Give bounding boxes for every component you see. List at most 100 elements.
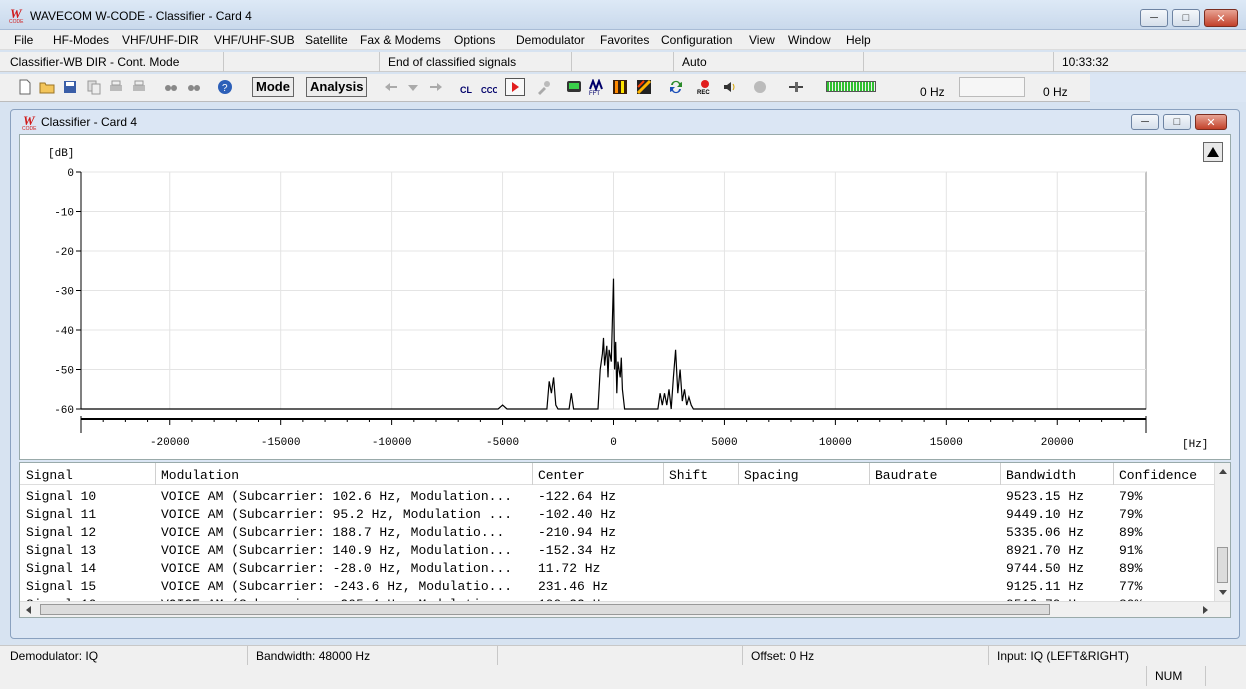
find-next-icon[interactable] — [186, 79, 202, 95]
table-cell-bandwidth: 9449.10 Hz — [1006, 507, 1085, 522]
col-shift[interactable]: Shift — [669, 468, 708, 483]
signal-table[interactable]: Signal Modulation Center Shift Spacing B… — [19, 462, 1231, 618]
svg-text:?: ? — [222, 83, 228, 94]
table-cell-center: -210.94 Hz — [538, 525, 617, 540]
find-icon[interactable] — [163, 79, 179, 95]
table-cell-signal: Signal 13 — [26, 543, 97, 558]
table-row[interactable]: Signal 15 VOICE AM (Subcarrier: -243.6 Hz… — [20, 579, 1216, 597]
col-center[interactable]: Center — [538, 468, 585, 483]
scroll-up-icon[interactable] — [1217, 466, 1229, 476]
table-vertical-scrollbar[interactable] — [1214, 463, 1230, 602]
table-cell-confidence: 91% — [1119, 543, 1143, 558]
table-cell-center: -152.34 Hz — [538, 543, 617, 558]
minimize-button[interactable]: ─ — [1140, 9, 1168, 27]
menu-window[interactable]: Window — [788, 33, 831, 47]
menu-file[interactable]: File — [14, 33, 33, 47]
status-input: Input: IQ (LEFT&RIGHT) — [997, 649, 1130, 663]
child-minimize-button[interactable]: ─ — [1131, 114, 1159, 130]
refresh-icon[interactable] — [668, 79, 684, 95]
sonagram-icon[interactable] — [636, 79, 652, 95]
table-cell-modulation: VOICE AM (Subcarrier: 95.2 Hz, Modulatio… — [161, 507, 513, 522]
status-cell-empty-2 — [572, 52, 674, 72]
copy-icon[interactable] — [86, 79, 102, 95]
cl-icon[interactable]: CL — [459, 79, 475, 95]
vertical-scroll-thumb[interactable] — [1217, 547, 1228, 583]
menu-help[interactable]: Help — [846, 33, 871, 47]
help-icon[interactable]: ? — [217, 79, 233, 95]
record-icon[interactable]: REC — [697, 79, 713, 95]
fft-icon[interactable]: FFT — [589, 79, 605, 95]
close-button[interactable]: ✕ — [1204, 9, 1238, 27]
ccc-icon[interactable]: CCC — [481, 79, 497, 95]
app-titlebar[interactable]: W CODE WAVECOM W-CODE - Classifier - Car… — [0, 0, 1246, 30]
print-icon[interactable] — [108, 79, 124, 95]
table-row[interactable]: Signal 11 VOICE AM (Subcarrier: 95.2 Hz, … — [20, 507, 1216, 525]
scroll-down-icon[interactable] — [1217, 588, 1229, 598]
stop-icon[interactable] — [752, 79, 768, 95]
child-close-button[interactable]: ✕ — [1195, 114, 1227, 130]
mode-button[interactable]: Mode — [252, 77, 294, 97]
menu-vhf-uhf-sub[interactable]: VHF/UHF-SUB — [214, 33, 295, 47]
y-axis-unit: [dB] — [48, 148, 74, 160]
menu-vhf-uhf-dir[interactable]: VHF/UHF-DIR — [122, 33, 199, 47]
menu-satellite[interactable]: Satellite — [305, 33, 348, 47]
tools-icon[interactable] — [536, 79, 552, 95]
classifier-window: W CODE Classifier - Card 4 ─ □ ✕ 0 -10 -20… — [10, 109, 1240, 639]
horizontal-scroll-thumb[interactable] — [40, 604, 1050, 615]
new-file-icon[interactable] — [17, 79, 33, 95]
menu-demodulator[interactable]: Demodulator — [516, 33, 585, 47]
menu-view[interactable]: View — [749, 33, 775, 47]
table-row[interactable]: Signal 13 VOICE AM (Subcarrier: 140.9 Hz,… — [20, 543, 1216, 561]
child-maximize-button[interactable]: □ — [1163, 114, 1191, 130]
col-signal[interactable]: Signal — [26, 468, 73, 483]
table-row[interactable]: Signal 12 VOICE AM (Subcarrier: 188.7 Hz,… — [20, 525, 1216, 543]
table-cell-bandwidth: 9125.11 Hz — [1006, 579, 1085, 594]
waterfall-icon[interactable] — [612, 79, 628, 95]
table-cell-signal: Signal 11 — [26, 507, 97, 522]
menu-favorites[interactable]: Favorites — [600, 33, 649, 47]
tuning-slider-icon[interactable] — [788, 79, 804, 95]
col-baudrate[interactable]: Baudrate — [875, 468, 937, 483]
analysis-button[interactable]: Analysis — [306, 77, 368, 97]
svg-text:CL: CL — [460, 85, 472, 95]
scroll-right-icon[interactable] — [1200, 605, 1210, 615]
table-cell-bandwidth: 9744.50 Hz — [1006, 561, 1085, 576]
svg-text:CODE: CODE — [22, 126, 37, 131]
scroll-left-icon[interactable] — [24, 605, 34, 615]
table-row[interactable]: Signal 10 VOICE AM (Subcarrier: 102.6 Hz,… — [20, 489, 1216, 507]
play-icon[interactable] — [505, 78, 525, 96]
maximize-button[interactable]: □ — [1172, 9, 1200, 27]
open-folder-icon[interactable] — [39, 79, 55, 95]
arrow-down-icon[interactable] — [405, 79, 421, 95]
frequency-slider[interactable] — [959, 77, 1025, 97]
menu-fax-modems[interactable]: Fax & Modems — [360, 33, 441, 47]
col-modulation[interactable]: Modulation — [161, 468, 239, 483]
menu-options[interactable]: Options — [454, 33, 495, 47]
arrow-left-icon[interactable] — [383, 79, 399, 95]
arrow-right-icon[interactable] — [428, 79, 444, 95]
table-row[interactable]: Signal 14 VOICE AM (Subcarrier: -28.0 Hz,… — [20, 561, 1216, 579]
status-cell-empty-3 — [864, 52, 1054, 72]
speaker-icon[interactable] — [722, 79, 738, 95]
table-cell-center: 11.72 Hz — [538, 561, 601, 576]
wavecom-logo-icon: W CODE — [22, 113, 37, 131]
status-demodulator: Demodulator: IQ — [0, 646, 248, 666]
svg-text:CCC: CCC — [481, 86, 497, 95]
monitor-icon[interactable] — [566, 79, 582, 95]
col-bandwidth[interactable]: Bandwidth — [1006, 468, 1076, 483]
scroll-up-button[interactable] — [1203, 142, 1223, 162]
table-horizontal-scrollbar[interactable] — [20, 601, 1230, 617]
toolbar-spacer — [1090, 74, 1246, 102]
menu-configuration[interactable]: Configuration — [661, 33, 732, 47]
menu-hf-modes[interactable]: HF-Modes — [53, 33, 109, 47]
print-preview-icon[interactable] — [131, 79, 147, 95]
save-icon[interactable] — [62, 79, 78, 95]
classifier-titlebar[interactable]: W CODE Classifier - Card 4 ─ □ ✕ — [11, 110, 1239, 134]
spectrum-panel[interactable]: 0 -10 -20 -30 -40 -50 -60 -20000 -15000 -10000 -50… — [19, 134, 1231, 460]
triangle-up-icon — [1207, 147, 1219, 157]
col-spacing[interactable]: Spacing — [744, 468, 799, 483]
col-confidence[interactable]: Confidence — [1119, 468, 1197, 483]
status-empty — [498, 646, 743, 666]
table-cell-bandwidth: 8921.70 Hz — [1006, 543, 1085, 558]
frequency-right: 0 Hz — [1043, 85, 1068, 99]
